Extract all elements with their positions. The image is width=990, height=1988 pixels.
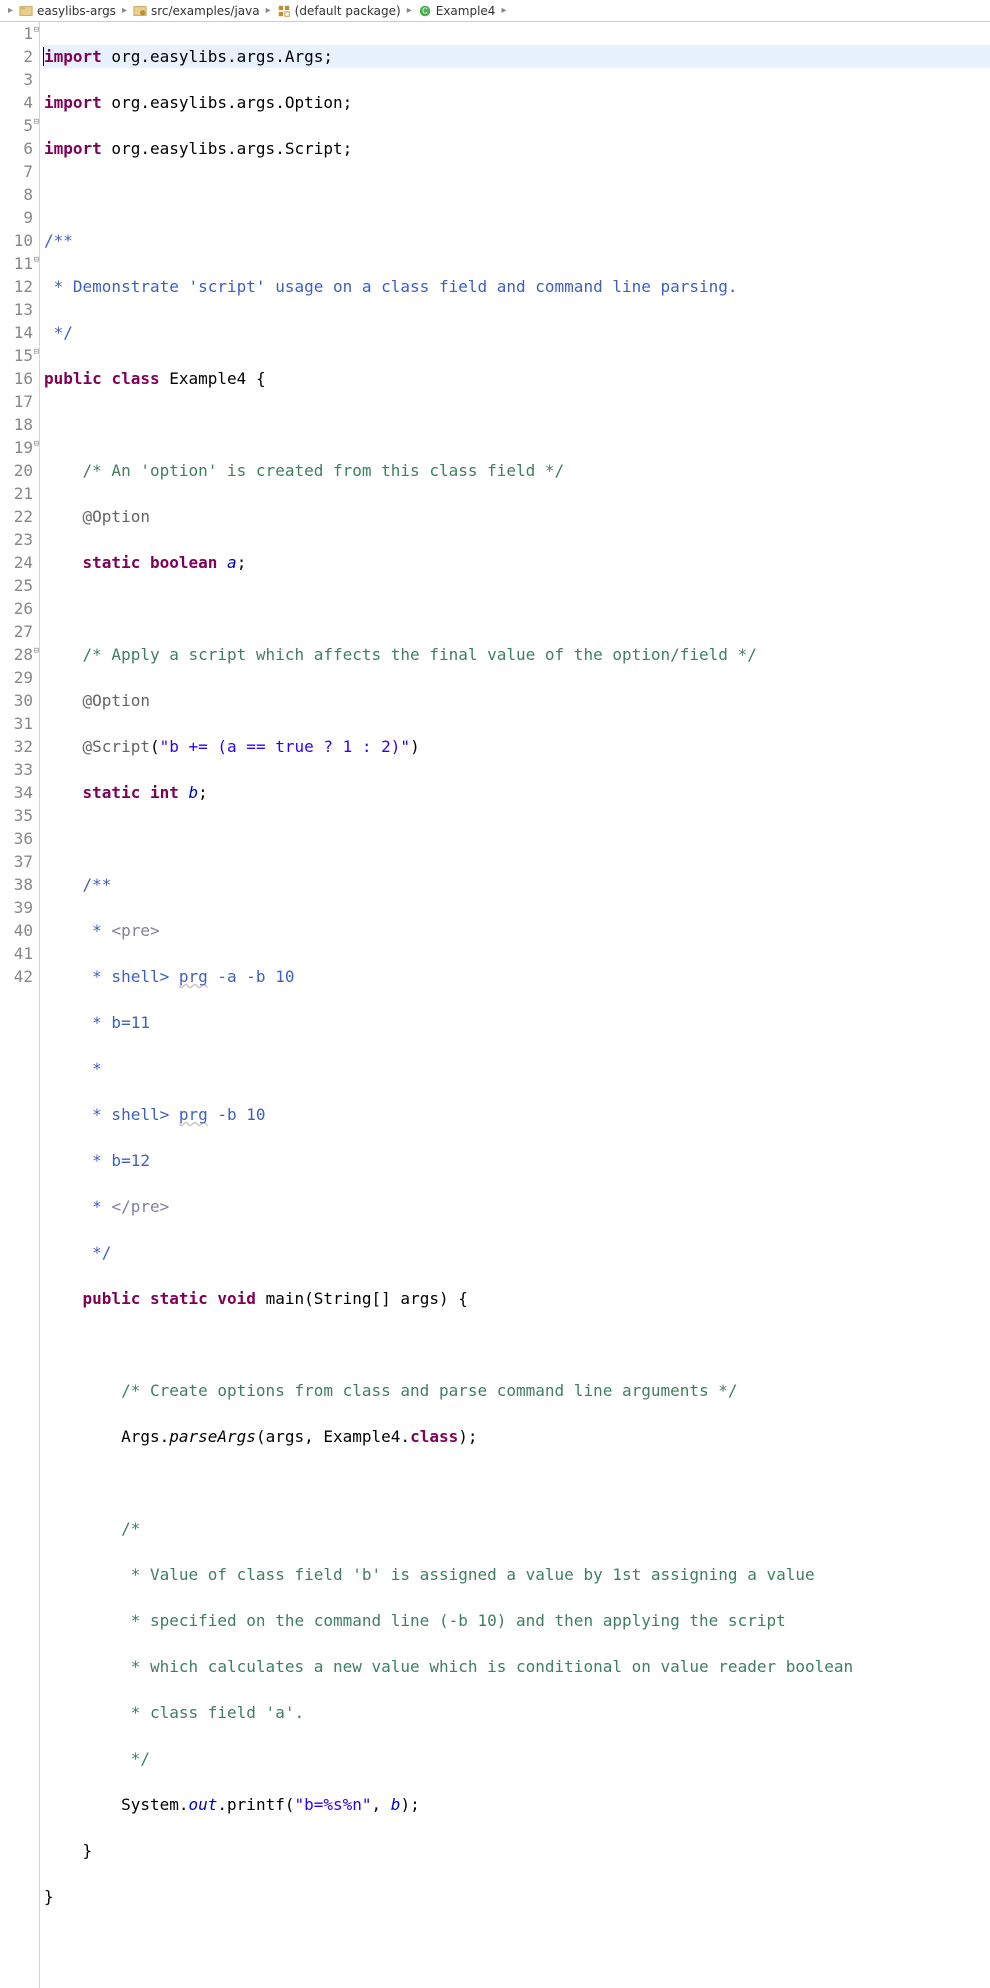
code-line[interactable]: import org.easylibs.args.Script; xyxy=(44,137,990,160)
code-line[interactable]: } xyxy=(44,1885,990,1908)
code-line[interactable]: import org.easylibs.args.Args; xyxy=(44,45,990,68)
project-icon xyxy=(19,4,33,18)
code-line[interactable]: * Demonstrate 'script' usage on a class … xyxy=(44,275,990,298)
breadcrumb-label: easylibs-args xyxy=(37,4,116,18)
code-line[interactable]: * specified on the command line (-b 10) … xyxy=(44,1609,990,1632)
code-line[interactable]: * which calculates a new value which is … xyxy=(44,1655,990,1678)
code-line[interactable]: * shell> prg -a -b 10 xyxy=(44,965,990,988)
svg-text:C: C xyxy=(422,6,428,15)
code-area[interactable]: import org.easylibs.args.Args; import or… xyxy=(40,22,990,1988)
code-line[interactable]: * class field 'a'. xyxy=(44,1701,990,1724)
code-line[interactable]: } xyxy=(44,1839,990,1862)
code-line[interactable]: * b=12 xyxy=(44,1149,990,1172)
chevron-right-icon: ▸ xyxy=(405,5,414,16)
breadcrumb-class[interactable]: C Example4 xyxy=(418,4,496,18)
line-number-gutter: 1⊟ 2 3 4 5⊟ 6 7 8 9 10 11⊟ 12 13 14 15⊟ … xyxy=(0,22,40,1988)
code-line[interactable] xyxy=(44,1333,990,1356)
code-line[interactable]: @Option xyxy=(44,505,990,528)
code-line[interactable]: @Option xyxy=(44,689,990,712)
code-line[interactable] xyxy=(44,1471,990,1494)
code-line[interactable] xyxy=(44,413,990,436)
code-line[interactable]: * </pre> xyxy=(44,1195,990,1218)
chevron-right-icon: ▸ xyxy=(264,5,273,16)
code-line[interactable]: * Value of class field 'b' is assigned a… xyxy=(44,1563,990,1586)
code-line[interactable]: * xyxy=(44,1057,990,1080)
chevron-right-icon: ▸ xyxy=(120,5,129,16)
package-folder-icon xyxy=(133,4,147,18)
code-line[interactable]: */ xyxy=(44,1747,990,1770)
package-icon xyxy=(277,4,291,18)
code-line[interactable]: * shell> prg -b 10 xyxy=(44,1103,990,1126)
code-line[interactable] xyxy=(44,1931,990,1954)
code-editor[interactable]: 1⊟ 2 3 4 5⊟ 6 7 8 9 10 11⊟ 12 13 14 15⊟ … xyxy=(0,22,990,1988)
chevron-right-icon: ▸ xyxy=(6,5,15,16)
fold-toggle-icon[interactable]: ⊟ xyxy=(30,647,39,656)
code-line[interactable]: */ xyxy=(44,321,990,344)
code-line[interactable]: /* Create options from class and parse c… xyxy=(44,1379,990,1402)
code-line[interactable]: /** xyxy=(44,873,990,896)
fold-toggle-icon[interactable]: ⊟ xyxy=(30,256,39,265)
code-line[interactable]: public static void main(String[] args) { xyxy=(44,1287,990,1310)
code-line[interactable]: @Script("b += (a == true ? 1 : 2)") xyxy=(44,735,990,758)
code-line[interactable] xyxy=(44,597,990,620)
code-line[interactable] xyxy=(44,827,990,850)
class-icon: C xyxy=(418,4,432,18)
code-line[interactable]: /** xyxy=(44,229,990,252)
fold-toggle-icon[interactable]: ⊟ xyxy=(30,118,39,127)
code-line[interactable]: public class Example4 { xyxy=(44,367,990,390)
code-line[interactable]: /* An 'option' is created from this clas… xyxy=(44,459,990,482)
code-line[interactable]: static boolean a; xyxy=(44,551,990,574)
fold-toggle-icon[interactable]: ⊟ xyxy=(30,26,39,35)
breadcrumb: ▸ easylibs-args ▸ src/examples/java ▸ (d… xyxy=(0,0,990,22)
fold-toggle-icon[interactable]: ⊟ xyxy=(30,440,39,449)
fold-toggle-icon[interactable]: ⊟ xyxy=(30,348,39,357)
breadcrumb-label: src/examples/java xyxy=(151,4,260,18)
code-line[interactable]: * <pre> xyxy=(44,919,990,942)
code-line[interactable]: /* Apply a script which affects the fina… xyxy=(44,643,990,666)
code-line[interactable]: */ xyxy=(44,1241,990,1264)
code-line[interactable]: import org.easylibs.args.Option; xyxy=(44,91,990,114)
breadcrumb-label: (default package) xyxy=(295,4,401,18)
code-line[interactable]: System.out.printf("b=%s%n", b); xyxy=(44,1793,990,1816)
code-line[interactable] xyxy=(44,183,990,206)
breadcrumb-project[interactable]: easylibs-args xyxy=(19,4,116,18)
chevron-right-icon: ▸ xyxy=(499,5,508,16)
breadcrumb-source-folder[interactable]: src/examples/java xyxy=(133,4,260,18)
code-line[interactable]: Args.parseArgs(args, Example4.class); xyxy=(44,1425,990,1448)
code-line[interactable]: /* xyxy=(44,1517,990,1540)
code-line[interactable]: static int b; xyxy=(44,781,990,804)
breadcrumb-package[interactable]: (default package) xyxy=(277,4,401,18)
code-line[interactable]: * b=11 xyxy=(44,1011,990,1034)
breadcrumb-label: Example4 xyxy=(436,4,496,18)
